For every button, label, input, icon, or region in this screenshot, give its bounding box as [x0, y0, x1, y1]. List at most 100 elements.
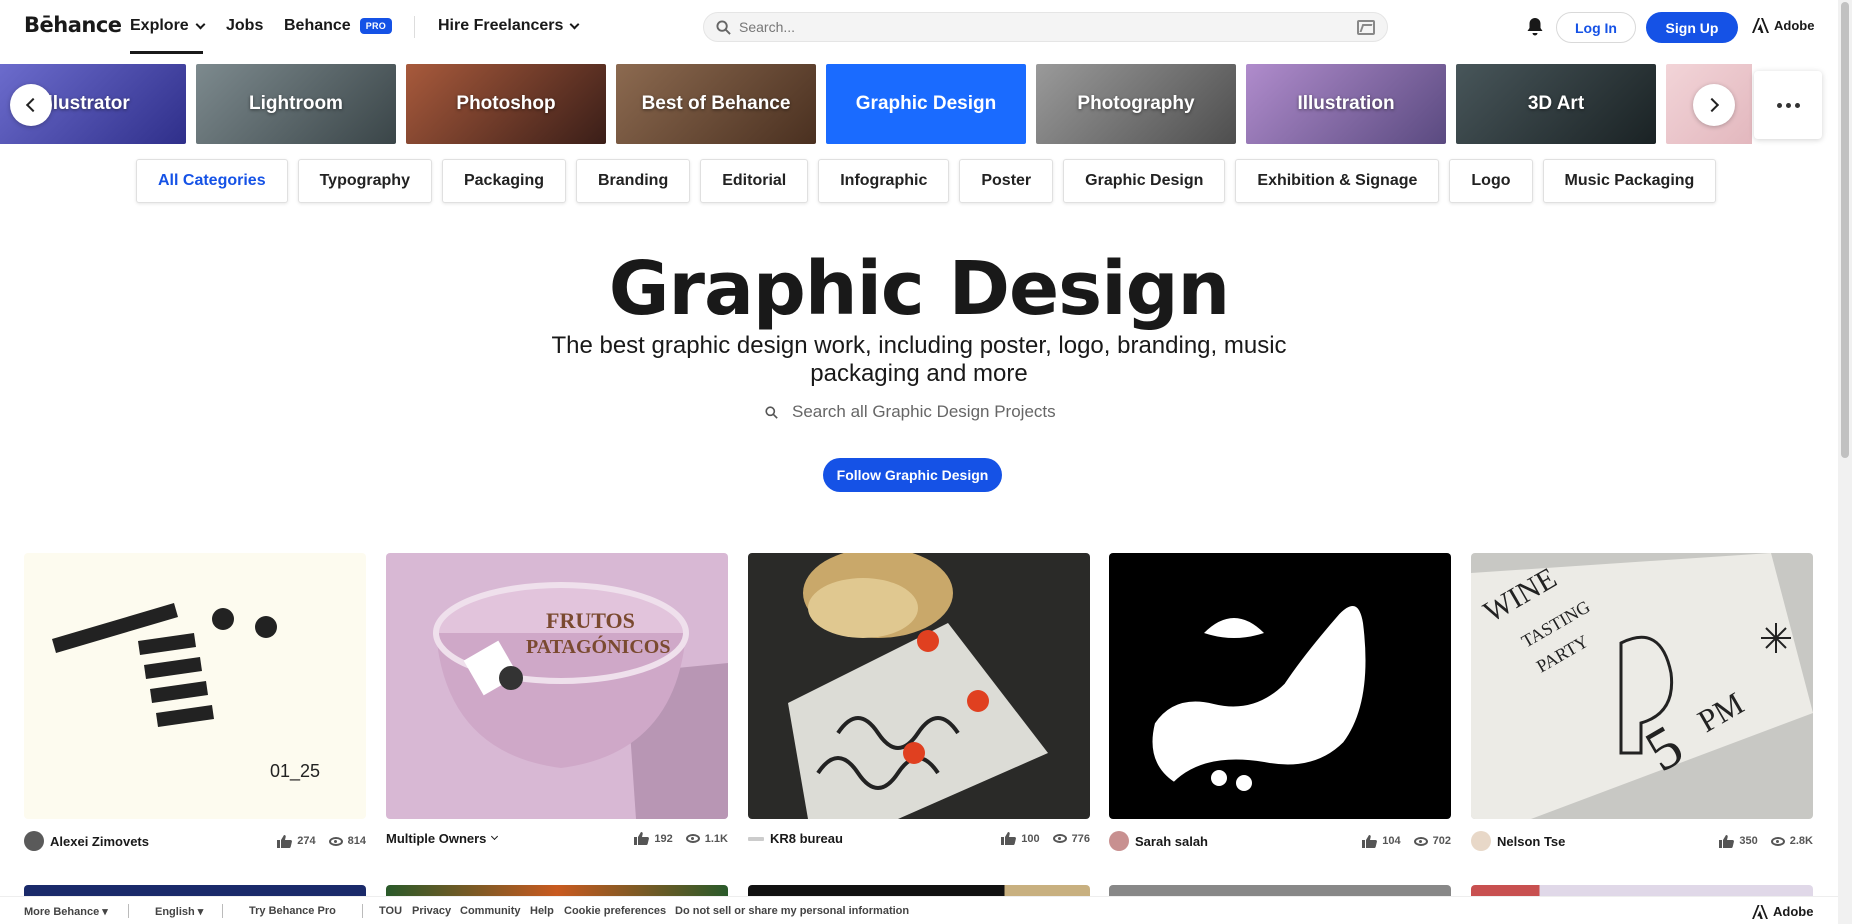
nav-explore[interactable]: Explore	[130, 17, 206, 35]
chip-packaging[interactable]: Packaging	[441, 159, 566, 203]
eye-icon	[1413, 836, 1428, 846]
nav-jobs[interactable]: Jobs	[226, 17, 263, 35]
adobe-logo-icon	[1752, 18, 1769, 33]
category-tile-illustration[interactable]: Illustration	[1246, 64, 1446, 144]
project-card[interactable]: KR8 bureau 100 776	[748, 553, 1090, 846]
chip-all-categories[interactable]: All Categories	[136, 159, 288, 203]
project-card[interactable]: Sarah salah 104 702	[1109, 553, 1451, 851]
project-thumbnail[interactable]: FRUTOS PATAGÓNICOS	[386, 553, 728, 819]
project-stats: 100 776	[1001, 832, 1090, 845]
chip-editorial[interactable]: Editorial	[700, 159, 809, 203]
bell-icon[interactable]	[1526, 17, 1544, 37]
chip-typography[interactable]: Typography	[297, 159, 432, 203]
avatar[interactable]	[748, 836, 764, 841]
more-dot	[1776, 102, 1782, 108]
nav-behance-pro[interactable]: Behance PRO	[284, 17, 393, 35]
footer-language-label: English	[155, 906, 195, 918]
footer-divider	[222, 904, 223, 918]
view-count: 1.1K	[704, 832, 728, 845]
project-card[interactable]: 01_25 Alexei Zimovets 274 814	[24, 553, 366, 851]
footer-adobe-label: Adobe	[1773, 904, 1814, 919]
footer-try-pro[interactable]: Try Behance Pro	[249, 905, 336, 917]
project-thumbnail[interactable]	[1109, 553, 1451, 819]
project-owner[interactable]: Nelson Tse	[1497, 834, 1565, 849]
eye-icon	[328, 836, 343, 846]
search-input[interactable]	[739, 19, 1357, 35]
project-meta: Nelson Tse 350 2.8K	[1471, 831, 1813, 851]
top-navigation: Bēhance Explore Jobs Behance PRO Hire Fr…	[0, 0, 1838, 54]
nav-active-underline	[130, 51, 203, 54]
search-icon	[716, 19, 731, 35]
footer-link-tou[interactable]: TOU	[379, 905, 402, 917]
category-label: Photoshop	[456, 93, 556, 114]
project-thumbnail[interactable]: 01_25	[24, 553, 366, 819]
thumbs-up-icon	[1719, 834, 1735, 848]
eye-icon	[685, 834, 700, 843]
category-tile-photoshop[interactable]: Photoshop	[406, 64, 606, 144]
category-search-placeholder: Search all Graphic Design Projects	[792, 402, 1056, 421]
pro-badge: PRO	[359, 18, 393, 34]
footer-more-behance[interactable]: More Behance ▾	[24, 905, 108, 918]
footer-adobe-link[interactable]: Adobe	[1752, 904, 1813, 919]
footer-link-do-not-sell[interactable]: Do not sell or share my personal informa…	[675, 905, 909, 917]
footer-language[interactable]: English ▾	[155, 905, 203, 918]
adobe-logo-icon	[1752, 904, 1768, 919]
like-count: 274	[297, 835, 316, 847]
project-owner[interactable]: Multiple Owners	[386, 831, 486, 846]
project-card[interactable]: WINE TASTING PARTY 5 PM Nelson Tse 350 2…	[1471, 553, 1813, 851]
image-search-icon[interactable]	[1357, 19, 1375, 35]
more-dot	[1785, 102, 1791, 108]
nav-hire-freelancers[interactable]: Hire Freelancers	[438, 17, 580, 35]
login-button[interactable]: Log In	[1556, 12, 1636, 43]
footer-link-cookie-preferences[interactable]: Cookie preferences	[564, 905, 666, 917]
view-count: 814	[347, 835, 366, 847]
chip-branding[interactable]: Branding	[576, 159, 691, 203]
scroll-left-button[interactable]	[10, 84, 52, 126]
page-subtitle: The best graphic design work, including …	[551, 332, 1287, 387]
category-tile-lightroom[interactable]: Lightroom	[196, 64, 396, 144]
search-bar[interactable]	[703, 12, 1388, 42]
footer-link-help[interactable]: Help	[530, 905, 554, 917]
category-tile-photography[interactable]: Photography	[1036, 64, 1236, 144]
scrollbar-thumb[interactable]	[1841, 2, 1849, 458]
chevron-down-icon	[569, 19, 580, 29]
view-count: 776	[1071, 832, 1090, 845]
project-thumbnail[interactable]: WINE TASTING PARTY 5 PM	[1471, 553, 1813, 819]
category-tile-3d-art[interactable]: 3D Art	[1456, 64, 1656, 144]
nav-explore-label: Explore	[130, 17, 189, 34]
chip-logo[interactable]: Logo	[1449, 159, 1533, 203]
chip-music-packaging[interactable]: Music Packaging	[1542, 159, 1717, 203]
signup-button[interactable]: Sign Up	[1646, 12, 1738, 43]
chip-exhibition-signage[interactable]: Exhibition & Signage	[1235, 159, 1440, 203]
category-search[interactable]: Search all Graphic Design Projects	[765, 402, 1056, 422]
follow-category-button[interactable]: Follow Graphic Design	[823, 458, 1002, 492]
chip-graphic-design[interactable]: Graphic Design	[1063, 159, 1226, 203]
category-tile-best-of-behance[interactable]: Best of Behance	[616, 64, 816, 144]
chip-infographic[interactable]: Infographic	[818, 159, 950, 203]
more-categories-button[interactable]	[1754, 71, 1822, 139]
category-tile-graphic-design[interactable]: Graphic Design	[826, 64, 1026, 144]
adobe-link[interactable]: Adobe	[1752, 18, 1814, 33]
avatar[interactable]	[1109, 831, 1129, 851]
project-artwork: FRUTOS PATAGÓNICOS	[433, 582, 728, 819]
avatar[interactable]	[24, 831, 44, 851]
view-count: 702	[1432, 835, 1451, 847]
thumbs-up-icon	[634, 832, 650, 845]
avatar[interactable]	[1471, 831, 1491, 851]
chevron-down-icon[interactable]	[491, 832, 499, 841]
thumbs-up-icon	[1001, 832, 1017, 845]
project-owner[interactable]: KR8 bureau	[770, 831, 843, 846]
project-owner[interactable]: Sarah salah	[1135, 834, 1208, 849]
project-card[interactable]: FRUTOS PATAGÓNICOS Multiple Owners 192 1…	[386, 553, 728, 846]
footer-link-privacy[interactable]: Privacy	[412, 905, 451, 917]
project-owner[interactable]: Alexei Zimovets	[50, 834, 149, 849]
thumbs-up-icon	[277, 834, 293, 848]
scroll-right-button[interactable]	[1693, 84, 1735, 126]
chip-poster[interactable]: Poster	[959, 159, 1054, 203]
project-thumbnail[interactable]	[748, 553, 1090, 819]
category-label: Best of Behance	[641, 93, 791, 114]
project-stats: 104 702	[1362, 834, 1451, 848]
footer-link-community[interactable]: Community	[460, 905, 521, 917]
behance-logo[interactable]: Bēhance	[24, 13, 122, 37]
category-label: Illustrator	[42, 93, 130, 114]
